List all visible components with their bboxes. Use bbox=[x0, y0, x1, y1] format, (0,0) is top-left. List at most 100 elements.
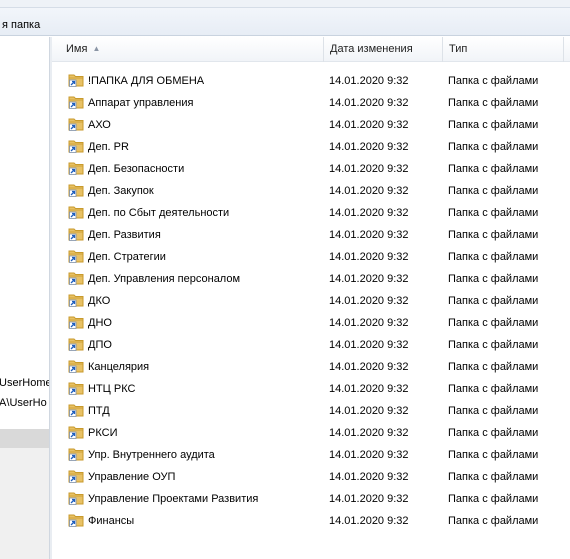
file-type: Папка с файлами bbox=[448, 383, 539, 395]
file-date-modified: 14.01.2020 9:32 bbox=[329, 383, 409, 395]
file-type: Папка с файлами bbox=[448, 185, 539, 197]
file-name: Управление Проектами Развития bbox=[88, 493, 259, 505]
nav-pane-footer bbox=[0, 448, 49, 559]
file-date-modified: 14.01.2020 9:32 bbox=[329, 207, 409, 219]
file-list: !ПАПКА ДЛЯ ОБМЕНА 14.01.2020 9:32 Папка с … bbox=[52, 70, 570, 532]
file-row[interactable]: ПТД 14.01.2020 9:32 Папка с файлами bbox=[52, 400, 570, 422]
file-type: Папка с файлами bbox=[448, 339, 539, 351]
file-name: Деп. Закупок bbox=[88, 185, 154, 197]
folder-shortcut-icon bbox=[68, 426, 84, 439]
file-row[interactable]: Деп. Развития 14.01.2020 9:32 Папка с файл… bbox=[52, 224, 570, 246]
folder-shortcut-icon bbox=[68, 272, 84, 285]
file-type: Папка с файлами bbox=[448, 295, 539, 307]
file-name: НТЦ РКС bbox=[88, 383, 136, 395]
column-header-bar: Имя ▲ Дата изменения Тип bbox=[52, 37, 570, 62]
new-folder-button[interactable]: я папка bbox=[0, 16, 46, 34]
file-row[interactable]: Управление Проектами Развития 14.01.2020 … bbox=[52, 488, 570, 510]
file-date-modified: 14.01.2020 9:32 bbox=[329, 97, 409, 109]
file-name: АХО bbox=[88, 119, 111, 131]
navigation-pane[interactable]: \UserHome .A\UserHo bbox=[0, 37, 49, 559]
file-date-modified: 14.01.2020 9:32 bbox=[329, 493, 409, 505]
file-row[interactable]: АХО 14.01.2020 9:32 Папка с файлами bbox=[52, 114, 570, 136]
file-type: Папка с файлами bbox=[448, 251, 539, 263]
file-type: Папка с файлами bbox=[448, 119, 539, 131]
folder-shortcut-icon bbox=[68, 514, 84, 527]
file-date-modified: 14.01.2020 9:32 bbox=[329, 295, 409, 307]
file-row[interactable]: Аппарат управления 14.01.2020 9:32 Папка с… bbox=[52, 92, 570, 114]
file-date-modified: 14.01.2020 9:32 bbox=[329, 119, 409, 131]
file-row[interactable]: Упр. Внутреннего аудита 14.01.2020 9:32 Па… bbox=[52, 444, 570, 466]
file-row[interactable]: ДНО 14.01.2020 9:32 Папка с файлами bbox=[52, 312, 570, 334]
file-type: Папка с файлами bbox=[448, 229, 539, 241]
file-row[interactable]: Деп. по Сбыт деятельности 14.01.2020 9:32… bbox=[52, 202, 570, 224]
column-header-date[interactable]: Дата изменения bbox=[324, 37, 443, 62]
file-name: Управление ОУП bbox=[88, 471, 176, 483]
file-name: Финансы bbox=[88, 515, 135, 527]
folder-shortcut-icon bbox=[68, 404, 84, 417]
file-list-view: Имя ▲ Дата изменения Тип !ПАПКА ДЛЯ ОБМЕН… bbox=[52, 37, 570, 559]
file-date-modified: 14.01.2020 9:32 bbox=[329, 515, 409, 527]
title-strip bbox=[0, 0, 570, 8]
file-row[interactable]: ДКО 14.01.2020 9:32 Папка с файлами bbox=[52, 290, 570, 312]
file-date-modified: 14.01.2020 9:32 bbox=[329, 185, 409, 197]
column-header-name[interactable]: Имя ▲ bbox=[52, 37, 324, 62]
file-row[interactable]: Финансы 14.01.2020 9:32 Папка с файлами bbox=[52, 510, 570, 532]
folder-shortcut-icon bbox=[68, 96, 84, 109]
file-type: Папка с файлами bbox=[448, 317, 539, 329]
file-date-modified: 14.01.2020 9:32 bbox=[329, 141, 409, 153]
file-row[interactable]: !ПАПКА ДЛЯ ОБМЕНА 14.01.2020 9:32 Папка с … bbox=[52, 70, 570, 92]
folder-shortcut-icon bbox=[68, 206, 84, 219]
file-name: Деп. по Сбыт деятельности bbox=[88, 207, 230, 219]
file-row[interactable]: Деп. Закупок 14.01.2020 9:32 Папка с файла… bbox=[52, 180, 570, 202]
file-row[interactable]: Деп. Стратегии 14.01.2020 9:32 Папка с фай… bbox=[52, 246, 570, 268]
file-date-modified: 14.01.2020 9:32 bbox=[329, 427, 409, 439]
file-name: Деп. PR bbox=[88, 141, 129, 153]
file-name: Упр. Внутреннего аудита bbox=[88, 449, 215, 461]
file-name: ДКО bbox=[88, 295, 111, 307]
file-row[interactable]: НТЦ РКС 14.01.2020 9:32 Папка с файлами bbox=[52, 378, 570, 400]
column-header-name-label: Имя bbox=[66, 43, 88, 55]
folder-shortcut-icon bbox=[68, 338, 84, 351]
file-row[interactable]: Деп. Управления персоналом 14.01.2020 9:3… bbox=[52, 268, 570, 290]
folder-shortcut-icon bbox=[68, 184, 84, 197]
file-row[interactable]: Канцелярия 14.01.2020 9:32 Папка с файлами bbox=[52, 356, 570, 378]
file-row[interactable]: Деп. Безопасности 14.01.2020 9:32 Папка с … bbox=[52, 158, 570, 180]
folder-shortcut-icon bbox=[68, 228, 84, 241]
file-type: Папка с файлами bbox=[448, 427, 539, 439]
file-date-modified: 14.01.2020 9:32 bbox=[329, 273, 409, 285]
file-date-modified: 14.01.2020 9:32 bbox=[329, 339, 409, 351]
file-date-modified: 14.01.2020 9:32 bbox=[329, 361, 409, 373]
file-date-modified: 14.01.2020 9:32 bbox=[329, 405, 409, 417]
file-type: Папка с файлами bbox=[448, 97, 539, 109]
file-date-modified: 14.01.2020 9:32 bbox=[329, 449, 409, 461]
sort-ascending-icon: ▲ bbox=[92, 44, 101, 53]
file-date-modified: 14.01.2020 9:32 bbox=[329, 317, 409, 329]
file-row[interactable]: ДПО 14.01.2020 9:32 Папка с файлами bbox=[52, 334, 570, 356]
folder-shortcut-icon bbox=[68, 360, 84, 373]
nav-item-userhome-1[interactable]: \UserHome bbox=[0, 375, 49, 391]
folder-shortcut-icon bbox=[68, 74, 84, 87]
file-type: Папка с файлами bbox=[448, 141, 539, 153]
file-type: Папка с файлами bbox=[448, 471, 539, 483]
file-name: Канцелярия bbox=[88, 361, 150, 373]
nav-selected-item[interactable] bbox=[0, 429, 49, 448]
folder-shortcut-icon bbox=[68, 140, 84, 153]
file-name: !ПАПКА ДЛЯ ОБМЕНА bbox=[88, 75, 205, 87]
file-type: Папка с файлами bbox=[448, 75, 539, 87]
file-row[interactable]: Деп. PR 14.01.2020 9:32 Папка с файлами bbox=[52, 136, 570, 158]
file-row[interactable]: Управление ОУП 14.01.2020 9:32 Папка с фай… bbox=[52, 466, 570, 488]
nav-item-userhome-2[interactable]: .A\UserHo bbox=[0, 395, 47, 411]
file-name: ПТД bbox=[88, 405, 110, 417]
file-date-modified: 14.01.2020 9:32 bbox=[329, 471, 409, 483]
folder-shortcut-icon bbox=[68, 316, 84, 329]
file-row[interactable]: РКСИ 14.01.2020 9:32 Папка с файлами bbox=[52, 422, 570, 444]
file-type: Папка с файлами bbox=[448, 515, 539, 527]
file-date-modified: 14.01.2020 9:32 bbox=[329, 229, 409, 241]
file-name: Деп. Безопасности bbox=[88, 163, 185, 175]
column-header-type[interactable]: Тип bbox=[443, 37, 564, 62]
folder-shortcut-icon bbox=[68, 492, 84, 505]
folder-shortcut-icon bbox=[68, 294, 84, 307]
command-bar: я папка bbox=[0, 0, 570, 36]
folder-shortcut-icon bbox=[68, 382, 84, 395]
file-type: Папка с файлами bbox=[448, 405, 539, 417]
